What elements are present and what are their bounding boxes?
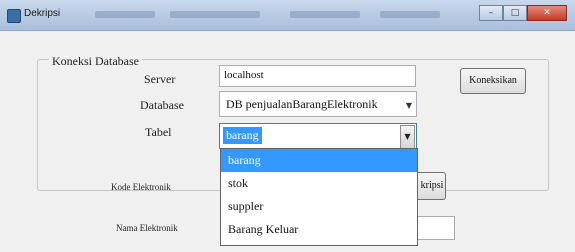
groupbox-legend: Koneksi Database (49, 54, 142, 69)
tabel-combobox[interactable]: barang ▼ (219, 123, 417, 149)
window-title: Dekripsi (24, 8, 61, 19)
title-bar-decoration (290, 11, 360, 18)
minimize-icon[interactable]: – (479, 5, 503, 21)
dropdown-option-stok[interactable]: stok (221, 172, 417, 195)
tabel-combobox-value: barang (223, 127, 262, 144)
title-bar-decoration (170, 11, 260, 18)
chevron-down-icon[interactable]: ▼ (400, 125, 415, 149)
dropdown-option-barang-keluar[interactable]: Barang Keluar (221, 218, 417, 241)
app-icon (7, 9, 21, 23)
database-combobox-value: DB penjualanBarangElektronik (226, 97, 378, 111)
chevron-down-icon: ▼ (405, 101, 412, 110)
database-combobox[interactable]: DB penjualanBarangElektronik ▼ (219, 91, 417, 117)
title-bar-decoration (95, 11, 155, 18)
server-label: Server (144, 72, 176, 86)
tabel-label: Tabel (145, 125, 172, 139)
maximize-icon[interactable]: □ (503, 5, 527, 21)
dropdown-option-barang[interactable]: barang (221, 149, 417, 172)
window-controls: – □ ✕ (479, 5, 567, 21)
kode-elektronik-label: Kode Elektronik (111, 182, 171, 192)
tabel-dropdown-list: barang stok suppler Barang Keluar (220, 148, 418, 246)
server-input[interactable]: localhost (219, 65, 416, 87)
koneksikan-button[interactable]: Koneksikan (460, 68, 526, 94)
close-icon[interactable]: ✕ (527, 5, 567, 21)
nama-elektronik-label: Nama Elektronik (116, 223, 178, 233)
database-label: Database (140, 98, 184, 112)
dropdown-option-suppler[interactable]: suppler (221, 195, 417, 218)
title-bar: Dekripsi – □ ✕ (0, 0, 575, 31)
title-bar-decoration (380, 11, 440, 18)
